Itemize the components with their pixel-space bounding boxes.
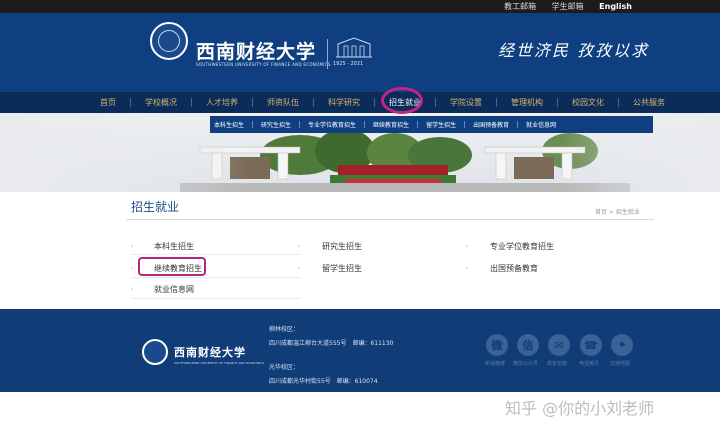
bullet-arrow-icon: › (131, 265, 134, 272)
main-nav: 首页 学校概况 人才培养 师资队伍 科学研究 招生就业 学院设置 管理机构 校园… (0, 92, 720, 113)
map-label: 交通地图 (610, 361, 631, 367)
submenu-divider (517, 121, 519, 128)
breadcrumb[interactable]: 首页 > 招生就业 (595, 207, 640, 216)
submenu-graduate[interactable]: 研究生招生 (261, 120, 291, 129)
nav-home[interactable]: 首页 (100, 97, 116, 108)
mail-label: 校长信箱 (547, 361, 568, 367)
university-name[interactable]: 西南财经大学 (196, 37, 316, 64)
nav-divider (191, 98, 192, 107)
campus2-label: 光华校区： (269, 364, 300, 371)
link-highlight-annotation (138, 257, 206, 276)
submenu-divider (299, 121, 301, 128)
submenu-undergraduate[interactable]: 本科生招生 (214, 120, 244, 129)
logo-divider (327, 39, 328, 69)
link-international-student-admissions[interactable]: 留学生招生 (322, 263, 362, 274)
row-divider (131, 254, 301, 255)
submenu-divider (364, 121, 366, 128)
footer-university-name-en: SOUTHWESTERN UNIVERSITY OF FINANCE AND E… (174, 361, 265, 365)
nav-public-services[interactable]: 公共服务 (633, 97, 665, 108)
submenu-international-students[interactable]: 留学生招生 (426, 120, 456, 129)
submenu-professional-degree[interactable]: 专业学位教育招生 (308, 120, 356, 129)
top-utility-bar: 教工邮箱 学生邮箱 English (0, 0, 720, 13)
wechat-label: 微信公众号 (513, 361, 539, 367)
top-links: 教工邮箱 学生邮箱 English (491, 1, 632, 12)
row-divider (131, 277, 301, 278)
campus2-address: 四川成都光华村街55号 邮编：610074 (269, 378, 378, 385)
page-title: 招生就业 (131, 200, 180, 214)
campus1-label: 柳林校区： (269, 326, 300, 333)
watermark: 知乎 @你的小刘老师 (505, 399, 655, 418)
bullet-arrow-icon: › (466, 265, 469, 272)
bullet-arrow-icon: › (131, 286, 134, 293)
bullet-arrow-icon: › (298, 243, 301, 250)
bullet-arrow-icon: › (298, 265, 301, 272)
link-graduate-admissions[interactable]: 研究生招生 (322, 241, 362, 252)
map-icon[interactable]: ⌖ (611, 334, 633, 356)
mail-icon[interactable]: ✉ (548, 334, 570, 356)
footer-university-name: 西南财经大学 (174, 346, 246, 359)
bullet-arrow-icon: › (466, 243, 469, 250)
nav-divider (252, 98, 253, 107)
nav-research[interactable]: 科学研究 (328, 97, 360, 108)
nav-divider (374, 98, 375, 107)
campus-gate-icon (336, 37, 372, 58)
nav-highlight-annotation (381, 87, 423, 114)
university-motto: 经世济民 孜孜以求 (498, 41, 650, 60)
staff-mail-link[interactable]: 教工邮箱 (504, 2, 536, 11)
link-professional-degree-admissions[interactable]: 专业学位教育招生 (490, 241, 554, 252)
nav-about[interactable]: 学校概况 (145, 97, 177, 108)
nav-campus-culture[interactable]: 校园文化 (572, 97, 604, 108)
link-study-abroad-prep[interactable]: 出国预备教育 (490, 263, 538, 274)
student-mail-link[interactable]: 学生邮箱 (552, 2, 584, 11)
phone-label: 电话黄页 (579, 361, 600, 367)
nav-administration[interactable]: 管理机构 (511, 97, 543, 108)
nav-education[interactable]: 人才培养 (206, 97, 238, 108)
campus1-address: 四川成都温江柳台大道555号 邮编：611130 (269, 340, 394, 347)
footer-seal-icon (142, 339, 168, 365)
submenu-study-abroad-prep[interactable]: 出国预备教育 (473, 120, 509, 129)
link-undergraduate-admissions[interactable]: 本科生招生 (154, 241, 194, 252)
nav-divider (313, 98, 314, 107)
title-divider (126, 219, 654, 220)
weibo-icon[interactable]: 微 (486, 334, 508, 356)
wechat-icon[interactable]: 信 (517, 334, 539, 356)
nav-divider (130, 98, 131, 107)
anniversary-years: 1925 · 2021 (333, 61, 364, 67)
nav-faculty[interactable]: 师资队伍 (267, 97, 299, 108)
phone-icon[interactable]: ☎ (580, 334, 602, 356)
row-divider (131, 298, 301, 299)
submenu-career-info[interactable]: 就业信息网 (526, 120, 556, 129)
submenu-divider (464, 121, 466, 128)
nav-divider (496, 98, 497, 107)
submenu-continuing-education[interactable]: 继续教育招生 (373, 120, 409, 129)
nav-divider (435, 98, 436, 107)
submenu-divider (252, 121, 254, 128)
university-name-en: SOUTHWESTERN UNIVERSITY OF FINANCE AND E… (196, 62, 331, 67)
university-seal-icon[interactable] (150, 22, 188, 60)
submenu-divider (417, 121, 419, 128)
bullet-arrow-icon: › (131, 243, 134, 250)
weibo-label: 新浪微博 (485, 361, 506, 367)
admissions-submenu: 本科生招生 研究生招生 专业学位教育招生 继续教育招生 留学生招生 出国预备教育… (210, 116, 653, 133)
link-career-information[interactable]: 就业信息网 (154, 284, 194, 295)
nav-schools[interactable]: 学院设置 (450, 97, 482, 108)
english-link[interactable]: English (599, 2, 632, 11)
nav-divider (618, 98, 619, 107)
nav-divider (557, 98, 558, 107)
